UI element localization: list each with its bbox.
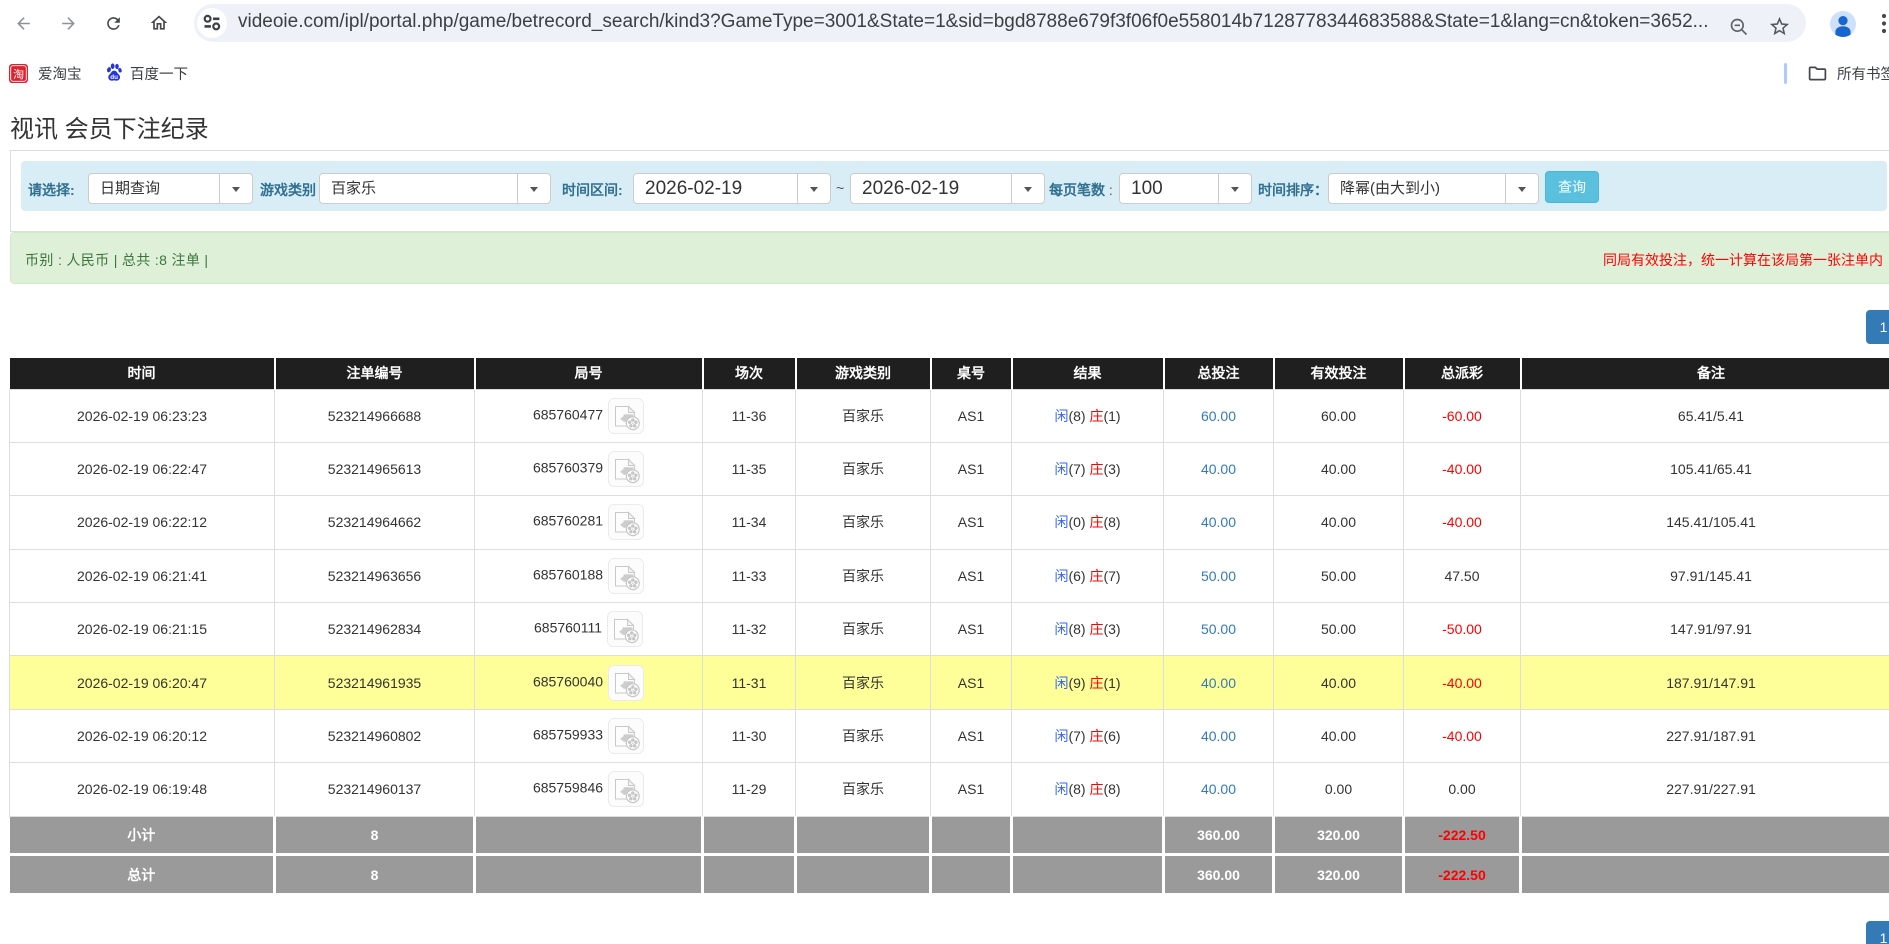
svg-text:淘: 淘 <box>13 68 24 81</box>
svg-text:du: du <box>110 74 118 81</box>
